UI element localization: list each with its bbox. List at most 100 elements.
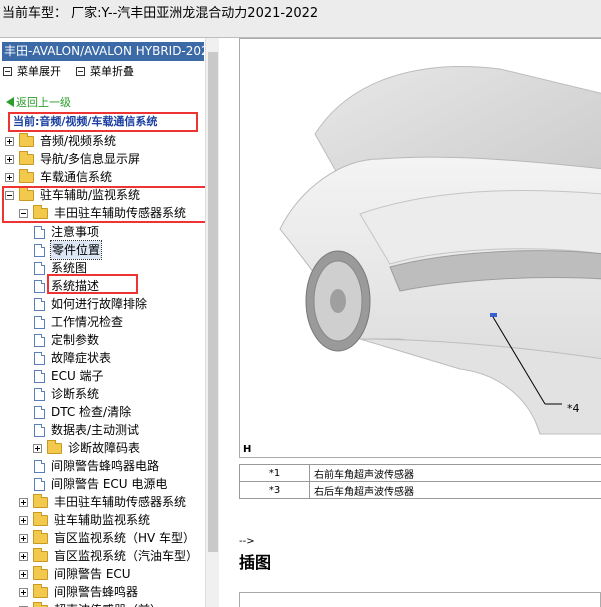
tree-item-label: 间隙警告 ECU <box>54 567 131 581</box>
tree-item[interactable]: 车载通信系统 <box>0 168 205 186</box>
tree-item-label: 诊断系统 <box>51 387 100 401</box>
sidebar: 丰田-AVALON/AVALON HYBRID-2021 菜单展开 菜单折叠 返… <box>0 38 219 607</box>
tree-item[interactable]: 注意事项 <box>0 223 205 241</box>
folder-icon <box>19 169 34 183</box>
folder-icon <box>33 548 48 562</box>
expand-plus-icon[interactable] <box>19 552 28 561</box>
tree-item[interactable]: 音频/视频系统 <box>0 132 205 150</box>
folder-icon <box>33 566 48 580</box>
table-row: *3 右后车角超声波传感器 <box>239 481 601 499</box>
expand-plus-icon[interactable] <box>5 155 14 164</box>
navigation-tree: 音频/视频系统 导航/多信息显示屏 车载通信系统 驻车辅助/监视系统 丰田驻车辅助传感器… <box>0 132 208 607</box>
tree-item[interactable]: 故障症状表 <box>0 349 205 367</box>
tree-item[interactable]: 间隙警告 ECU 电源电 <box>0 475 205 493</box>
folder-icon <box>33 530 48 544</box>
tree-item[interactable]: 间隙警告蜂鸣器电路 <box>0 457 205 475</box>
collapse-all-label: 菜单折叠 <box>90 65 134 78</box>
tree-item[interactable]: 盲区监视系统（汽油车型） <box>0 547 205 565</box>
tree-item[interactable]: 丰田驻车辅助传感器系统 <box>0 493 205 511</box>
tree-item-label: 注意事项 <box>51 225 100 239</box>
tree-item[interactable]: 间隙警告 ECU <box>0 565 205 583</box>
table-row: *1 右前车角超声波传感器 <box>239 464 601 482</box>
tree-item-label: 工作情况检查 <box>51 315 124 329</box>
folder-icon <box>33 512 48 526</box>
document-icon <box>34 478 45 491</box>
tree-item-label: DTC 检查/清除 <box>51 405 132 419</box>
expand-plus-icon[interactable] <box>33 444 42 453</box>
tree-item-label: 驻车辅助监视系统 <box>54 513 151 527</box>
highlight-box <box>2 186 208 223</box>
parts-table: *1 右前车角超声波传感器 *3 右后车角超声波传感器 <box>239 464 601 499</box>
highlight-box <box>47 274 138 294</box>
scrollbar-thumb[interactable] <box>208 52 218 552</box>
collapse-all-button[interactable]: 菜单折叠 <box>76 65 134 79</box>
title-bar: 当前车型： 厂家:Y--汽丰田亚洲龙混合动力2021-2022 <box>0 0 601 38</box>
folder-icon <box>47 440 62 454</box>
document-icon <box>34 424 45 437</box>
document-icon <box>34 460 45 473</box>
document-icon <box>34 298 45 311</box>
main-content: *4 H *1 右前车角超声波传感器 *3 右后车角超声波传感器 <box>222 38 601 607</box>
sidebar-scrollbar[interactable] <box>205 38 219 607</box>
part-id-cell: *1 <box>239 464 310 482</box>
tree-item[interactable]: 驻车辅助监视系统 <box>0 511 205 529</box>
tree-item-label: 盲区监视系统（汽油车型） <box>54 549 199 563</box>
window-title: 当前车型： 厂家:Y--汽丰田亚洲龙混合动力2021-2022 <box>2 6 319 21</box>
tree-item[interactable]: 诊断系统 <box>0 385 205 403</box>
tree-item[interactable]: ECU 端子 <box>0 367 205 385</box>
car-rear-illustration <box>279 66 601 435</box>
tree-item-label: 间隙警告蜂鸣器电路 <box>51 459 160 473</box>
tree-item[interactable]: 数据表/主动测试 <box>0 421 205 439</box>
tree-item[interactable]: 盲区监视系统（HV 车型） <box>0 529 205 547</box>
parts-location-figure: *4 H <box>239 38 601 458</box>
tree-item-label: 如何进行故障排除 <box>51 297 148 311</box>
back-label: 返回上一级 <box>16 96 71 109</box>
part-name-cell: 右前车角超声波传感器 <box>309 464 601 482</box>
document-icon <box>34 226 45 239</box>
tree-item-label: 零件位置 <box>49 240 103 260</box>
tree-item[interactable]: 超声波传感器（前） <box>0 601 205 607</box>
document-icon <box>34 334 45 347</box>
tree-item-label: 故障症状表 <box>51 351 112 365</box>
expand-icon <box>3 67 12 76</box>
section-title: 插图 <box>239 553 272 572</box>
expand-plus-icon[interactable] <box>19 516 28 525</box>
tree-item[interactable]: 诊断故障码表 <box>0 439 205 457</box>
expand-plus-icon[interactable] <box>5 137 14 146</box>
tree-item[interactable]: 定制参数 <box>0 331 205 349</box>
back-link[interactable]: 返回上一级 <box>6 97 71 109</box>
folder-icon <box>19 133 34 147</box>
expand-all-label: 菜单展开 <box>17 65 61 78</box>
tree-item-label: 丰田驻车辅助传感器系统 <box>54 495 187 509</box>
expand-plus-icon[interactable] <box>19 534 28 543</box>
tree-item-label: 间隙警告 ECU 电源电 <box>51 477 168 491</box>
expand-plus-icon[interactable] <box>19 498 28 507</box>
tree-item[interactable]: DTC 检查/清除 <box>0 403 205 421</box>
callout-label: *4 <box>567 402 580 415</box>
arrow-text: --> <box>239 536 255 547</box>
collapse-icon <box>76 67 85 76</box>
expand-plus-icon[interactable] <box>5 173 14 182</box>
illustration-frame <box>239 592 601 607</box>
tree-item-label: 诊断故障码表 <box>68 441 141 455</box>
sidebar-header: 丰田-AVALON/AVALON HYBRID-2021 <box>2 42 204 61</box>
expand-plus-icon[interactable] <box>19 570 28 579</box>
tree-item-label: 导航/多信息显示屏 <box>40 152 141 166</box>
tree-item[interactable]: 如何进行故障排除 <box>0 295 205 313</box>
document-icon <box>34 262 45 275</box>
part-name-cell: 右后车角超声波传感器 <box>309 481 601 499</box>
folder-icon <box>33 494 48 508</box>
expand-all-button[interactable]: 菜单展开 <box>3 65 61 79</box>
tree-item[interactable]: 零件位置 <box>0 240 205 260</box>
document-icon <box>34 316 45 329</box>
expand-plus-icon[interactable] <box>19 588 28 597</box>
tree-item[interactable]: 导航/多信息显示屏 <box>0 150 205 168</box>
current-path: 当前:音频/视频/车载通信系统 <box>8 112 198 132</box>
document-icon <box>34 244 45 257</box>
tree-item[interactable]: 工作情况检查 <box>0 313 205 331</box>
document-icon <box>34 352 45 365</box>
document-icon <box>34 388 45 401</box>
folder-icon <box>33 584 48 598</box>
tree-item-label: 音频/视频系统 <box>40 134 117 148</box>
tree-item[interactable]: 间隙警告蜂鸣器 <box>0 583 205 601</box>
